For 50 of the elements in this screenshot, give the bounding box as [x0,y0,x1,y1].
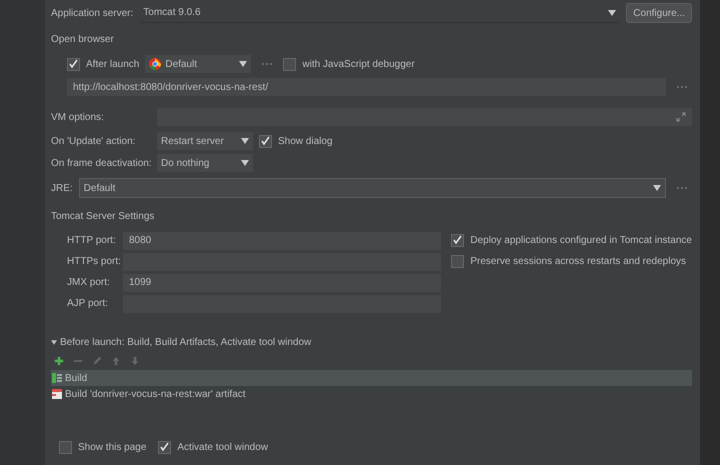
section-title: Tomcat Server Settings [51,210,154,222]
ellipsis-icon[interactable] [261,62,274,66]
checkbox[interactable] [59,440,72,454]
checkbox[interactable] [283,58,296,70]
checkbox-label: Preserve sessions across restarts and redeploys [470,256,686,267]
field-label: JMX port: [67,277,111,288]
port-field[interactable]: 1099 [123,274,442,292]
vm-options-field[interactable] [157,108,692,126]
checkbox[interactable] [67,58,80,70]
expand-icon[interactable] [676,112,686,122]
field-label: Application server: [51,8,134,18]
frame-deactivation-dropdown[interactable]: Do nothing [157,154,253,172]
checkbox-label: Activate tool window [177,442,268,452]
artifact-icon [51,388,63,400]
ellipsis-icon[interactable] [676,85,688,89]
caret-icon [608,10,616,16]
port-field[interactable]: 8080 [123,232,442,250]
checkbox-label: with JavaScript debugger [302,58,415,70]
task-item[interactable]: Build [51,370,692,386]
section-title: Before launch: Build, Build Artifacts, Activate tool window [60,336,312,348]
checkbox-label: Deploy applications configured in Tomcat instance [470,235,692,246]
caret-icon [239,61,248,67]
ellipsis-icon[interactable] [676,186,688,190]
field-label: HTTP port: [67,235,117,246]
field-label: On frame deactivation: [51,158,151,168]
checkbox[interactable] [158,440,172,454]
checkbox[interactable] [259,134,272,148]
field-label: JRE: [51,182,73,194]
checkbox-label: After launch [86,58,140,70]
build-icon [51,372,63,384]
checkbox-label: Show this page [78,442,146,452]
jre-dropdown[interactable]: Default [78,178,666,198]
checkbox[interactable] [451,255,464,268]
caret-icon [241,138,249,144]
checkbox-label: Show dialog [278,136,332,146]
configure-button[interactable]: Configure... [626,3,692,23]
add-icon[interactable] [54,356,64,366]
checkbox[interactable] [451,234,464,247]
url-field[interactable]: http://localhost:8080/donriver-vocus-na-rest/ [67,78,666,96]
caret-icon [241,160,249,166]
field-label: VM options: [51,112,105,122]
task-item[interactable]: Build 'donriver-vocus-na-rest:war' artifact [51,386,692,402]
section-title: Open browser [51,34,114,44]
expand-arrow-icon[interactable] [51,340,57,344]
caret-icon [653,185,661,191]
browser-dropdown[interactable]: Default [145,55,252,73]
browser-icon [149,58,162,70]
update-action-dropdown[interactable]: Restart server [157,132,253,150]
field-label: AJP port: [67,298,109,309]
field-label: On 'Update' action: [51,136,136,146]
